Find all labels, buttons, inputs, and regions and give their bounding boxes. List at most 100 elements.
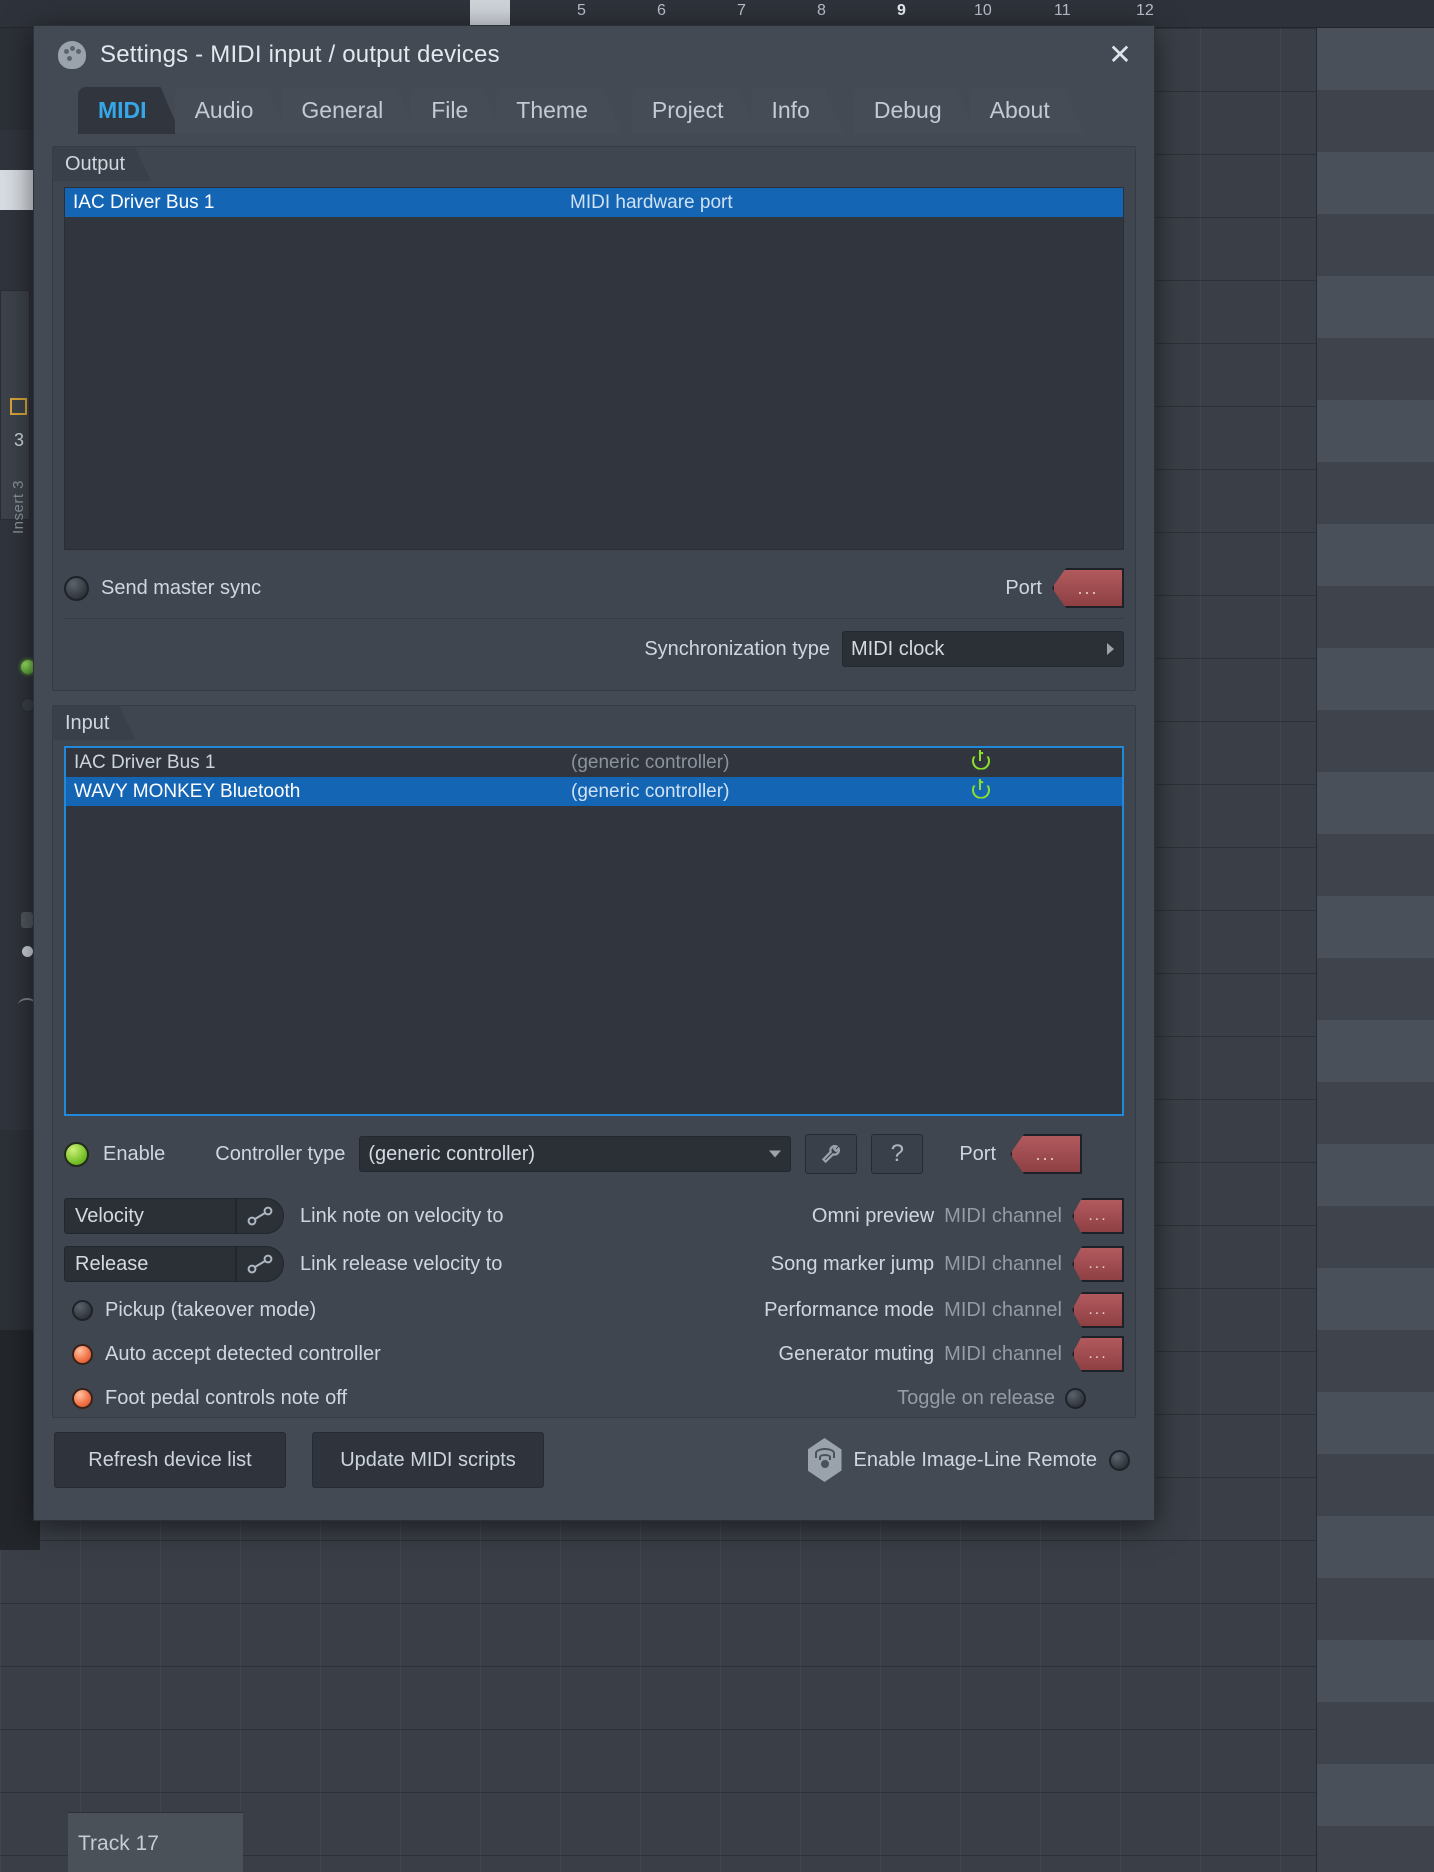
pickup-option[interactable]: Pickup (takeover mode) xyxy=(72,1299,316,1322)
pickup-toggle-icon[interactable] xyxy=(72,1299,93,1321)
release-link-control: Release Link release velocity to xyxy=(64,1246,502,1282)
tab-label: About xyxy=(989,97,1050,123)
song-marker-jump-button[interactable]: ... xyxy=(1072,1246,1124,1282)
auto-accept-option[interactable]: Auto accept detected controller xyxy=(72,1343,381,1366)
sync-type-row: Synchronization type MIDI clock xyxy=(64,619,1124,679)
output-group-label: Output xyxy=(53,147,151,181)
input-device-list[interactable]: IAC Driver Bus 1 (generic controller) WA… xyxy=(64,746,1124,1116)
output-group: Output IAC Driver Bus 1 MIDI hardware po… xyxy=(52,146,1136,691)
update-midi-scripts-button[interactable]: Update MIDI scripts xyxy=(312,1432,544,1488)
sync-type-label: Synchronization type xyxy=(644,637,830,660)
enable-toggle-icon[interactable] xyxy=(64,1141,89,1167)
link-and-channel-area: Velocity Link note on velocity to Omni p… xyxy=(64,1192,1124,1420)
device-type: (generic controller) xyxy=(571,780,730,802)
controller-type-value: (generic controller) xyxy=(368,1142,536,1165)
wrench-icon[interactable] xyxy=(805,1134,858,1174)
enable-label: Enable xyxy=(103,1142,166,1165)
omni-preview-label: Omni preview xyxy=(811,1204,935,1227)
tab-project[interactable]: Project xyxy=(632,87,758,134)
timeline-ruler: 5 6 7 8 9 10 11 12 xyxy=(0,0,1434,28)
image-line-remote-control[interactable]: Enable Image-Line Remote xyxy=(807,1438,1130,1482)
close-icon[interactable]: ✕ xyxy=(1104,40,1136,72)
controller-type-select[interactable]: (generic controller) xyxy=(359,1136,792,1172)
tab-label: General xyxy=(301,97,384,123)
tab-audio[interactable]: Audio xyxy=(175,87,288,134)
device-name: WAVY MONKEY Bluetooth xyxy=(74,780,301,802)
ruler-tick: 6 xyxy=(657,2,666,19)
insert-label: Insert 3 xyxy=(10,480,27,535)
power-icon xyxy=(971,778,991,801)
pickup-label: Pickup (takeover mode) xyxy=(105,1298,317,1321)
option-row-auto-accept: Auto accept detected controller Generato… xyxy=(64,1332,1124,1376)
settings-dialog: Settings - MIDI input / output devices ✕… xyxy=(33,25,1155,1521)
input-port-button[interactable]: ... xyxy=(1010,1134,1083,1174)
device-power-toggle[interactable] xyxy=(951,778,1011,803)
send-master-sync-label: Send master sync xyxy=(101,576,262,599)
tab-general[interactable]: General xyxy=(281,87,417,134)
tab-label: Info xyxy=(771,97,810,123)
foot-pedal-toggle-icon[interactable] xyxy=(72,1387,93,1409)
tab-debug[interactable]: Debug xyxy=(854,87,976,134)
table-row[interactable]: IAC Driver Bus 1 (generic controller) xyxy=(66,748,1122,777)
release-field[interactable]: Release xyxy=(64,1246,236,1282)
tab-info[interactable]: Info xyxy=(751,87,843,134)
output-port-button[interactable]: ... xyxy=(1052,568,1124,608)
tab-label: Theme xyxy=(516,97,588,123)
release-link-label: Link release velocity to xyxy=(300,1252,503,1275)
chevron-down-icon xyxy=(769,1150,782,1158)
foot-pedal-option[interactable]: Foot pedal controls note off xyxy=(72,1387,347,1410)
mixer-dot-icon xyxy=(22,946,33,957)
controller-type-row: Enable Controller type (generic controll… xyxy=(64,1126,1124,1182)
table-row[interactable]: WAVY MONKEY Bluetooth (generic controlle… xyxy=(66,777,1122,806)
tab-label: File xyxy=(431,97,469,123)
sync-type-select[interactable]: MIDI clock xyxy=(842,631,1124,667)
toggle-on-release-control[interactable]: Toggle on release xyxy=(897,1387,1086,1410)
ruler-tick: 12 xyxy=(1136,2,1154,19)
foot-pedal-label: Foot pedal controls note off xyxy=(105,1386,348,1409)
auto-accept-toggle-icon[interactable] xyxy=(72,1343,93,1365)
velocity-field[interactable]: Velocity xyxy=(64,1198,236,1234)
device-type: (generic controller) xyxy=(571,751,730,773)
link-row-release: Release Link release velocity to Song ma… xyxy=(64,1240,1124,1288)
tab-about[interactable]: About xyxy=(970,87,1084,134)
generator-muting-button[interactable]: ... xyxy=(1072,1336,1124,1372)
auto-accept-label: Auto accept detected controller xyxy=(105,1342,381,1365)
send-master-sync-control[interactable]: Send master sync xyxy=(64,575,262,601)
ruler-tick: 10 xyxy=(974,2,992,19)
omni-preview-button[interactable]: ... xyxy=(1072,1198,1124,1234)
image-line-remote-toggle-icon[interactable] xyxy=(1109,1449,1130,1471)
dialog-footer: Refresh device list Update MIDI scripts … xyxy=(52,1432,1136,1488)
tab-label: MIDI xyxy=(98,97,147,123)
omni-preview-suffix: MIDI channel xyxy=(944,1204,1062,1227)
release-link-button[interactable] xyxy=(236,1246,284,1282)
dialog-body: Output IAC Driver Bus 1 MIDI hardware po… xyxy=(34,134,1154,1520)
dialog-title: Settings - MIDI input / output devices xyxy=(100,41,500,68)
image-line-remote-label: Enable Image-Line Remote xyxy=(853,1448,1097,1471)
tab-midi[interactable]: MIDI xyxy=(78,87,181,134)
device-name: IAC Driver Bus 1 xyxy=(74,751,216,773)
velocity-link-button[interactable] xyxy=(236,1198,284,1234)
ruler-tick: 9 xyxy=(897,2,906,19)
toggle-on-release-label: Toggle on release xyxy=(897,1386,1055,1409)
song-marker-jump-control: Song marker jump MIDI channel ... xyxy=(771,1246,1124,1282)
ruler-marker xyxy=(470,0,510,28)
help-button[interactable]: ? xyxy=(871,1134,924,1174)
playlist-right-column xyxy=(1316,28,1434,1872)
refresh-device-list-button[interactable]: Refresh device list xyxy=(54,1432,286,1488)
left-panel-highlight xyxy=(0,170,34,210)
send-master-sync-toggle-icon[interactable] xyxy=(64,575,89,601)
performance-mode-button[interactable]: ... xyxy=(1072,1292,1124,1328)
device-power-toggle[interactable] xyxy=(951,749,1011,774)
toggle-on-release-toggle-icon[interactable] xyxy=(1065,1387,1086,1409)
output-port-control: Port ... xyxy=(1005,568,1124,608)
send-master-sync-row: Send master sync Port ... xyxy=(64,558,1124,618)
ruler-tick: 7 xyxy=(737,2,746,19)
song-marker-jump-suffix: MIDI channel xyxy=(944,1252,1062,1275)
track-color-swatch xyxy=(10,398,27,415)
table-row[interactable]: IAC Driver Bus 1 MIDI hardware port xyxy=(65,188,1123,217)
fl-settings-icon xyxy=(58,41,86,69)
tab-label: Audio xyxy=(194,97,254,123)
tab-file[interactable]: File xyxy=(411,87,502,134)
output-device-list[interactable]: IAC Driver Bus 1 MIDI hardware port xyxy=(64,187,1124,550)
tab-theme[interactable]: Theme xyxy=(496,87,622,134)
